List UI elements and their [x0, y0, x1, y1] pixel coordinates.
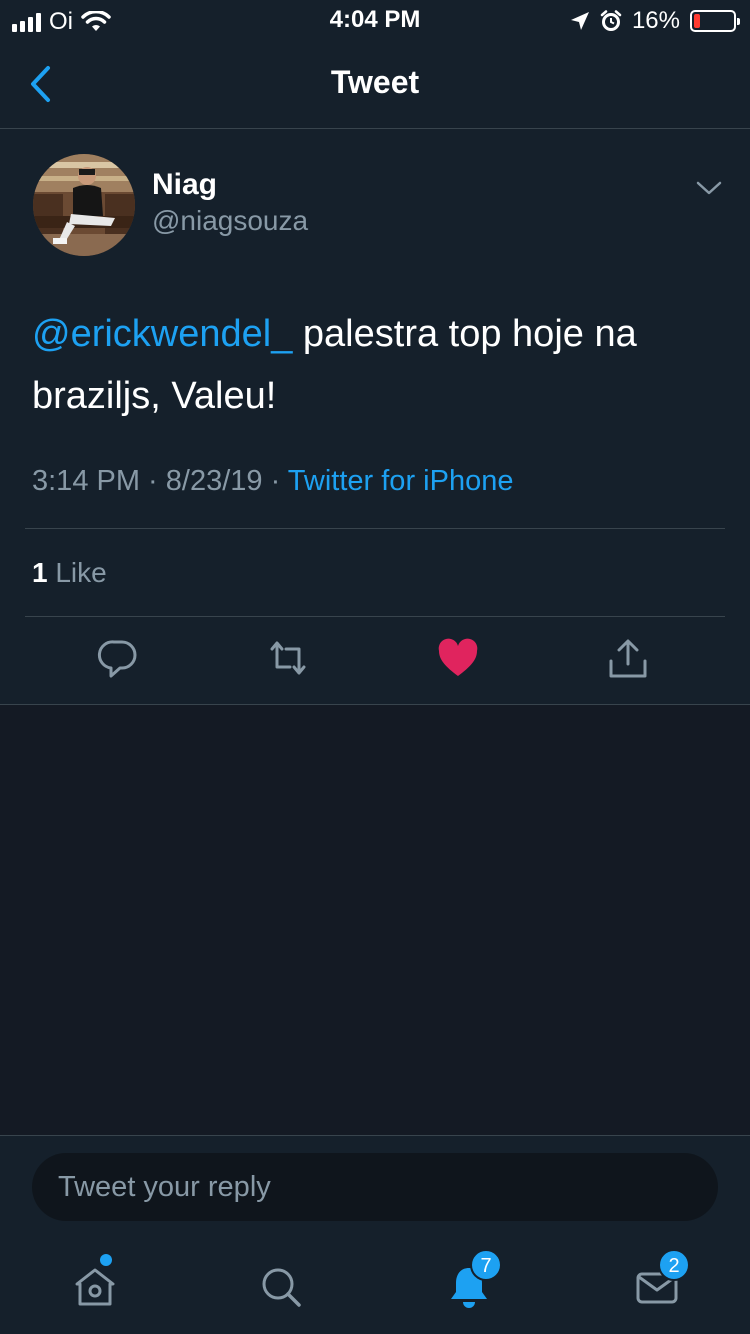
like-label: Like [47, 557, 107, 588]
divider [25, 528, 725, 529]
like-button[interactable] [436, 636, 480, 680]
avatar-photo [33, 154, 135, 256]
like-count: 1 [32, 557, 48, 588]
tab-notifications[interactable]: 7 [444, 1249, 502, 1312]
nav-bar: Tweet [0, 40, 750, 129]
likes-link[interactable]: 1 Like [32, 557, 107, 589]
share-icon [609, 639, 647, 678]
section-divider [0, 704, 750, 705]
home-icon [75, 1268, 115, 1306]
heart-icon [438, 638, 478, 676]
tweet-source-link[interactable]: Twitter for iPhone [288, 465, 514, 497]
reply-button[interactable] [96, 636, 140, 680]
location-icon [570, 12, 589, 30]
tweet-time: 3:14 PM [32, 465, 140, 497]
status-bar: Oi 4:04 PM 16% [0, 0, 750, 40]
avatar[interactable] [33, 154, 135, 256]
tab-home[interactable] [70, 1254, 120, 1312]
share-button[interactable] [606, 636, 650, 680]
meta-separator: · [140, 465, 166, 497]
search-icon [262, 1268, 301, 1307]
alarm-icon [600, 10, 622, 31]
battery-level [694, 14, 701, 28]
author-name[interactable]: Niag [152, 168, 217, 202]
retweet-icon [270, 641, 306, 675]
messages-badge: 2 [658, 1249, 690, 1281]
tab-bar: 7 2 [0, 1249, 750, 1334]
mention-link[interactable]: @erickwendel_ [32, 313, 292, 355]
battery-icon [690, 10, 740, 32]
notifications-badge: 7 [470, 1249, 502, 1281]
tweet-actions [0, 636, 750, 686]
page-title: Tweet [330, 64, 420, 100]
tab-messages[interactable]: 2 [632, 1249, 690, 1312]
tab-search[interactable] [256, 1262, 306, 1312]
chevron-down-icon [696, 181, 722, 195]
status-right: 16% [570, 7, 740, 35]
reply-icon [97, 640, 137, 678]
meta-separator: · [262, 465, 288, 497]
tweet-date: 8/23/19 [165, 465, 263, 497]
tweet-options-button[interactable] [693, 178, 725, 200]
home-new-indicator [100, 1254, 112, 1266]
retweet-button[interactable] [266, 636, 310, 680]
divider [25, 616, 725, 617]
reply-input[interactable] [32, 1153, 718, 1221]
author-handle[interactable]: @niagsouza [152, 205, 308, 237]
battery-percent: 16% [631, 7, 680, 34]
tweet-meta: 3:14 PM · 8/23/19 · Twitter for iPhone [32, 465, 513, 498]
tweet-text: @erickwendel_ palestra top hoje na brazi… [32, 303, 722, 427]
